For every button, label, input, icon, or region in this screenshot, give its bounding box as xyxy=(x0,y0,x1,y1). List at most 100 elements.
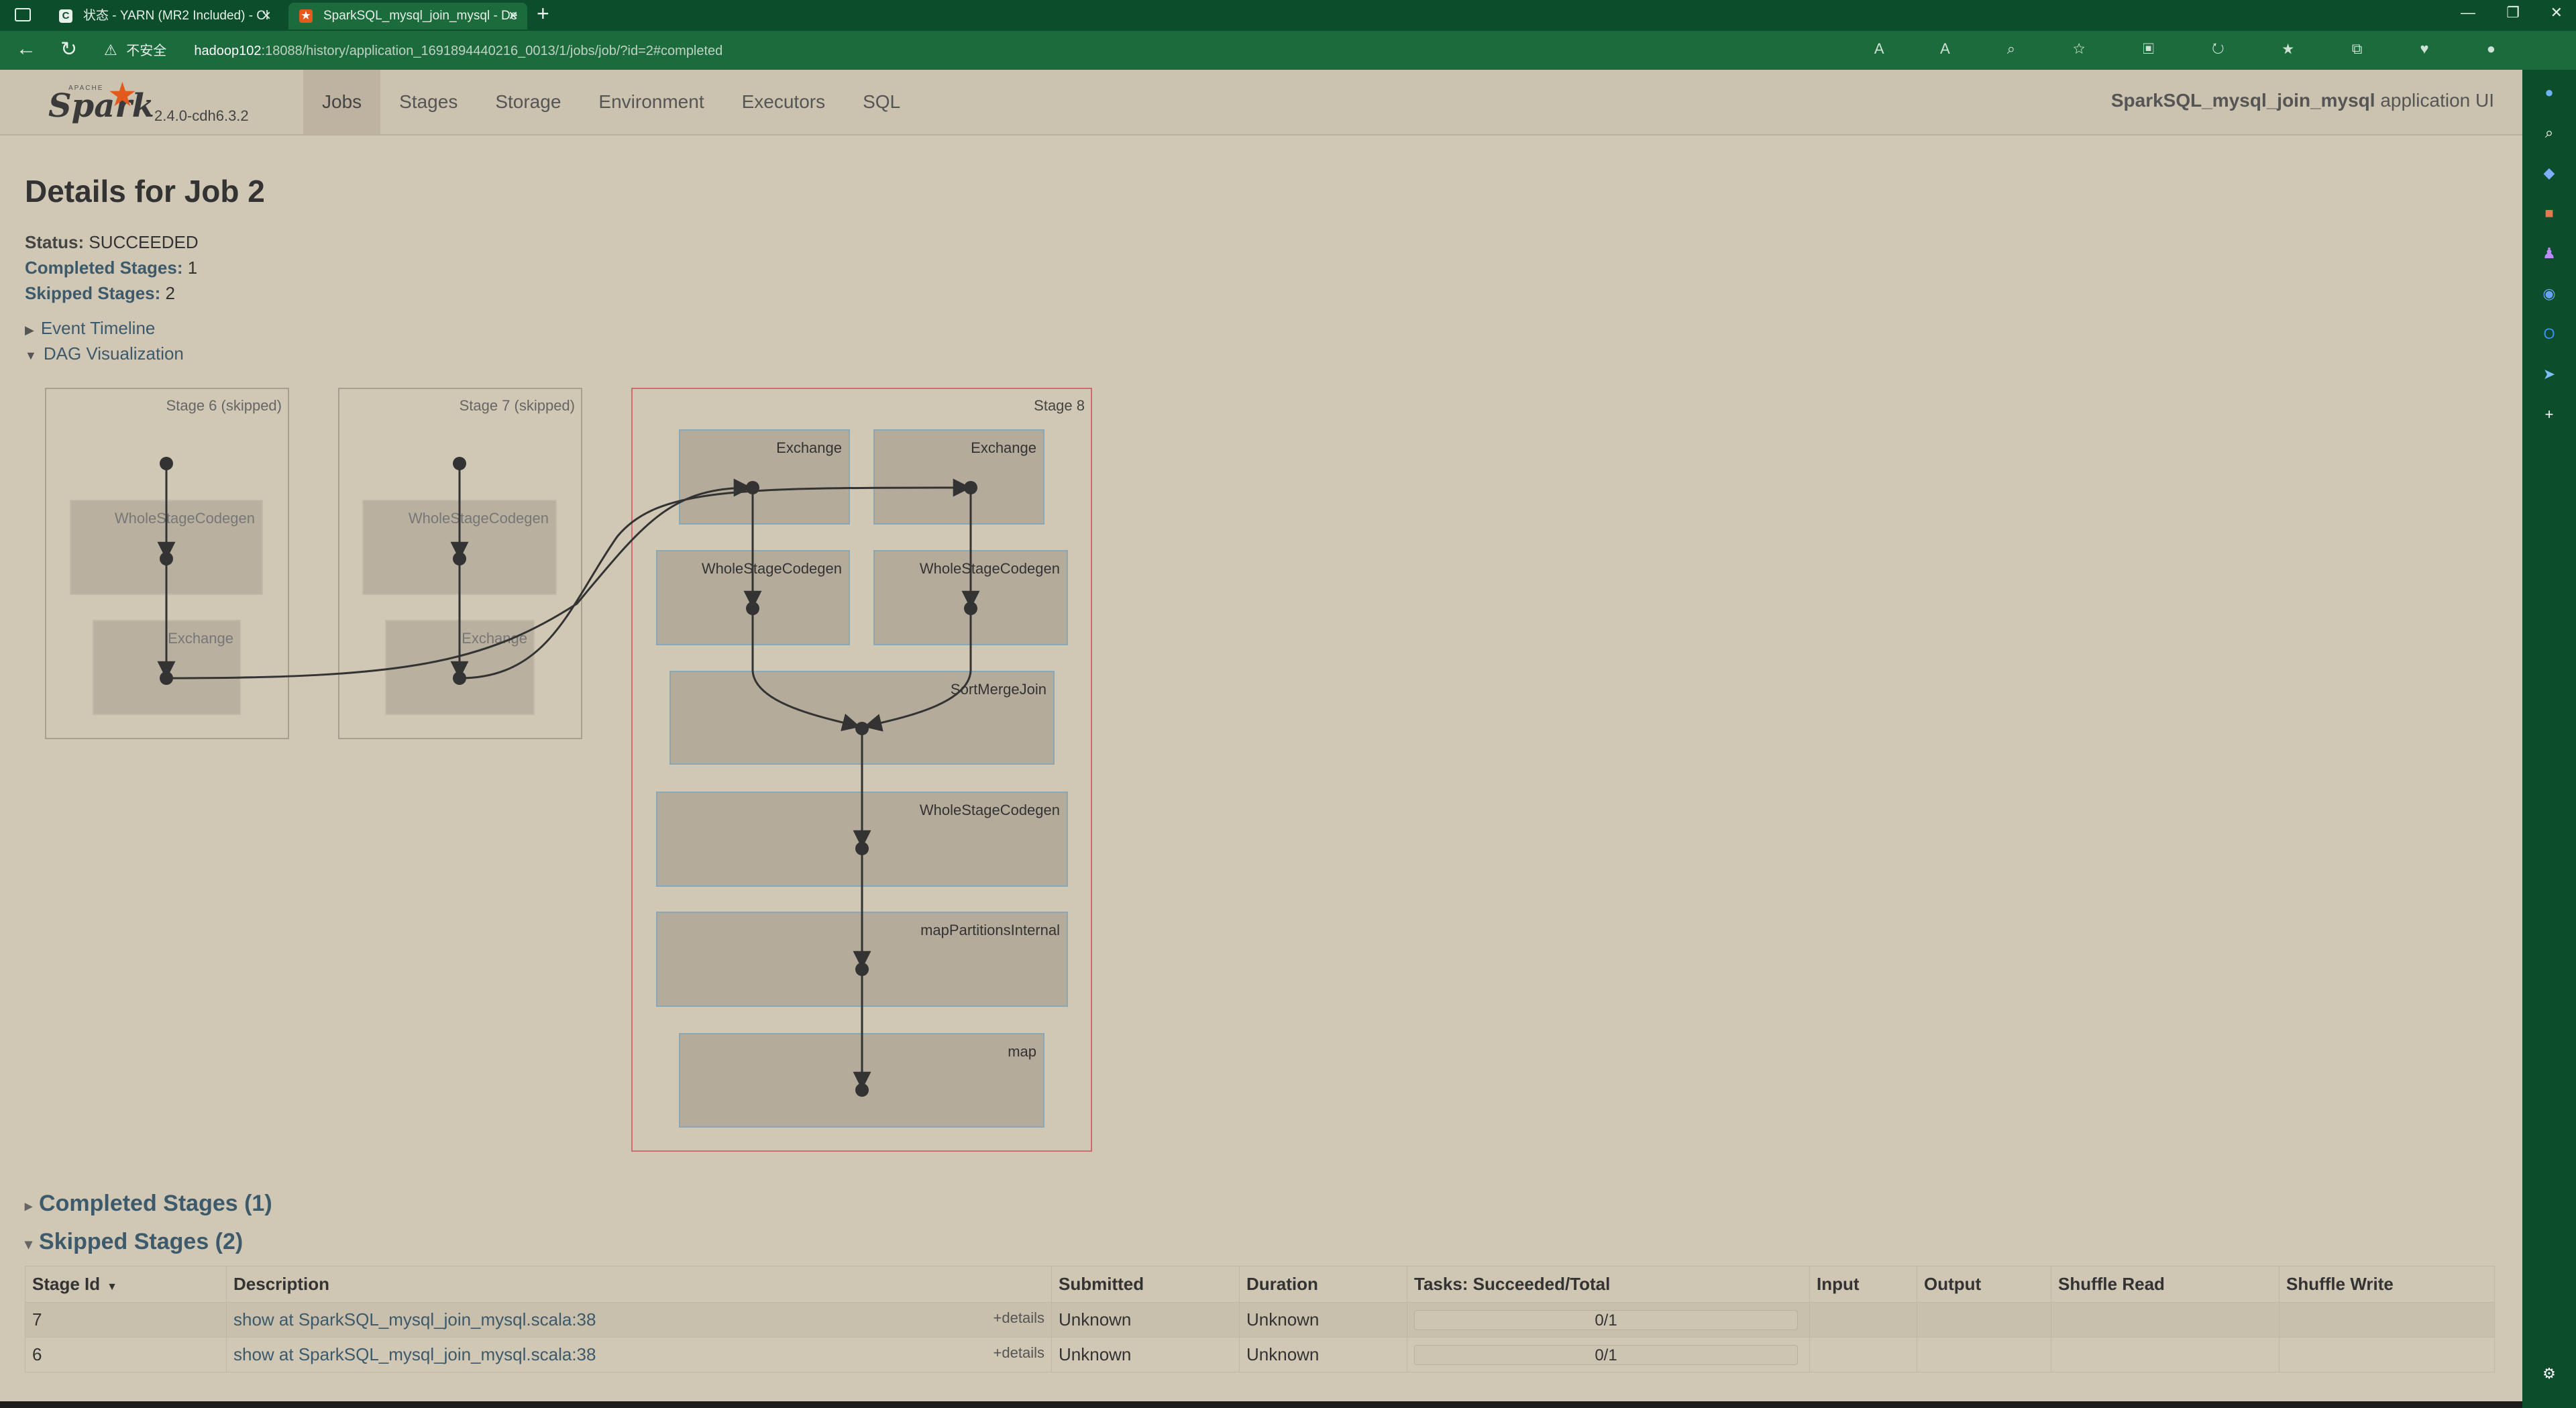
browser-tab-spark[interactable]: ★ SparkSQL_mysql_join_mysql - De × xyxy=(288,3,527,30)
skipped-stages-toggle[interactable]: ▾ Skipped Stages (2) xyxy=(25,1229,243,1255)
completed-stages-link[interactable]: Completed Stages: xyxy=(25,258,183,278)
cell-stage-id: 7 xyxy=(25,1302,227,1338)
completed-stages-toggle[interactable]: ▸ Completed Stages (1) xyxy=(25,1191,272,1217)
tasks-progress-bar: 0/1 xyxy=(1414,1344,1798,1365)
op-label: Exchange xyxy=(776,439,842,456)
tab-jobs[interactable]: Jobs xyxy=(303,70,381,134)
cell-tasks: 0/1 xyxy=(1407,1337,1810,1372)
event-timeline-label: Event Timeline xyxy=(40,318,156,338)
table-row: 7 show at SparkSQL_mysql_join_mysql.scal… xyxy=(25,1302,2495,1338)
tasks-progress-bar: 0/1 xyxy=(1414,1309,1798,1330)
tab-actions-icon[interactable] xyxy=(15,8,31,21)
dag-graph: Stage 6 (skipped) WholeStageCodegen Exch… xyxy=(45,388,1092,1152)
col-stage-id[interactable]: Stage Id ▼ xyxy=(25,1266,227,1303)
browser-sidebar: ● ⌕ ◆ ■ ♟ ◉ O ➤ + ⚙ xyxy=(2522,70,2576,1408)
cell-duration: Unknown xyxy=(1239,1337,1407,1372)
url-path: :18088/history/application_1691894440216… xyxy=(261,44,723,58)
tab-executors[interactable]: Executors xyxy=(723,70,845,134)
browser-tab-yarn[interactable]: C 状态 - YARN (MR2 Included) - Cl × xyxy=(48,3,280,30)
job-summary: Status: SUCCEEDED Completed Stages: 1 Sk… xyxy=(25,229,199,306)
cell-shuffle-write xyxy=(2279,1302,2495,1338)
skipped-stages-link[interactable]: Skipped Stages: xyxy=(25,283,160,303)
close-window-icon[interactable]: ✕ xyxy=(2551,4,2563,21)
caret-right-icon: ▶ xyxy=(25,323,34,337)
op-label: WholeStageCodegen xyxy=(702,560,842,577)
col-output[interactable]: Output xyxy=(1917,1266,2051,1303)
op-label: SortMergeJoin xyxy=(951,681,1046,698)
completed-stages-heading: Completed Stages (1) xyxy=(39,1191,272,1216)
dag-visualization-label: DAG Visualization xyxy=(43,343,184,364)
cell-description: show at SparkSQL_mysql_join_mysql.scala:… xyxy=(226,1337,1052,1372)
details-toggle[interactable]: +details xyxy=(994,1309,1044,1327)
search-icon[interactable]: ⌕ xyxy=(2540,123,2559,142)
outlook-icon[interactable]: O xyxy=(2540,325,2559,343)
op-label: map xyxy=(1008,1043,1036,1060)
dag-visualization-toggle[interactable]: ▼ DAG Visualization xyxy=(25,343,184,364)
security-label: 不安全 xyxy=(126,44,167,58)
completed-stages-value: 1 xyxy=(187,258,198,278)
col-description[interactable]: Description xyxy=(226,1266,1052,1303)
tab-sql[interactable]: SQL xyxy=(844,70,919,134)
send-icon[interactable]: ➤ xyxy=(2540,365,2559,384)
cell-input xyxy=(1809,1337,1917,1372)
back-icon[interactable]: ← xyxy=(16,38,36,60)
cell-submitted: Unknown xyxy=(1051,1337,1240,1372)
restore-icon[interactable]: ❐ xyxy=(2506,4,2520,21)
stage-7-label: Stage 7 (skipped) xyxy=(460,397,575,414)
close-tab-icon[interactable]: × xyxy=(508,3,518,30)
cell-shuffle-read xyxy=(2051,1337,2279,1372)
url-field[interactable]: ⚠ 不安全 hadoop102:18088/history/applicatio… xyxy=(104,36,2116,64)
new-tab-button[interactable]: + xyxy=(537,1,549,26)
minimize-icon[interactable]: — xyxy=(2461,4,2475,21)
address-bar: ← ↻ ⚠ 不安全 hadoop102:18088/history/applic… xyxy=(0,31,2576,70)
col-submitted[interactable]: Submitted xyxy=(1051,1266,1240,1303)
caret-right-icon: ▸ xyxy=(25,1197,33,1214)
cloudera-favicon-icon: C xyxy=(59,9,72,23)
tab-label: 状态 - YARN (MR2 Included) - Cl xyxy=(83,9,269,23)
application-title: SparkSQL_mysql_join_mysql application UI xyxy=(2111,90,2494,111)
reload-icon[interactable]: ↻ xyxy=(60,38,77,61)
status-label: Status: xyxy=(25,232,85,252)
settings-icon[interactable]: ⚙ xyxy=(2540,1364,2559,1383)
col-shuffle-write[interactable]: Shuffle Write xyxy=(2279,1266,2495,1303)
tab-environment[interactable]: Environment xyxy=(580,70,722,134)
description-link[interactable]: show at SparkSQL_mysql_join_mysql.scala:… xyxy=(233,1309,596,1330)
col-shuffle-read[interactable]: Shuffle Read xyxy=(2051,1266,2279,1303)
tab-storage[interactable]: Storage xyxy=(476,70,580,134)
circle-app-icon[interactable]: ◉ xyxy=(2540,284,2559,303)
spark-navbar: APACHE Spark ★ 2.4.0-cdh6.3.2 Jobs Stage… xyxy=(0,70,2522,136)
app-name: SparkSQL_mysql_join_mysql xyxy=(2110,90,2375,111)
spark-logo[interactable]: APACHE Spark ★ xyxy=(48,76,162,125)
op-label: WholeStageCodegen xyxy=(920,802,1060,818)
tag-icon[interactable]: ◆ xyxy=(2540,164,2559,182)
spark-favicon-icon: ★ xyxy=(299,9,313,23)
browser-tab-bar: C 状态 - YARN (MR2 Included) - Cl × ★ Spar… xyxy=(0,0,2576,31)
add-icon[interactable]: + xyxy=(2540,405,2559,424)
page-title: Details for Job 2 xyxy=(25,174,265,209)
skipped-stages-value: 2 xyxy=(165,283,175,303)
tab-stages[interactable]: Stages xyxy=(380,70,476,134)
col-tasks[interactable]: Tasks: Succeeded/Total xyxy=(1407,1266,1810,1303)
cell-duration: Unknown xyxy=(1239,1302,1407,1338)
cell-input xyxy=(1809,1302,1917,1338)
event-timeline-toggle[interactable]: ▶ Event Timeline xyxy=(25,318,155,339)
bell-icon[interactable]: ● xyxy=(2540,83,2559,102)
cell-output xyxy=(1917,1302,2051,1338)
op-label: Exchange xyxy=(462,630,527,647)
toolbar-icons[interactable]: A A ⌕ ☆ ▣ ↻ ★ ⧉ ♥ ● xyxy=(1874,40,2522,58)
spark-star-icon: ★ xyxy=(107,76,138,113)
op-label: WholeStageCodegen xyxy=(920,560,1060,577)
table-row: 6 show at SparkSQL_mysql_join_mysql.scal… xyxy=(25,1337,2495,1372)
close-tab-icon[interactable]: × xyxy=(262,3,271,30)
col-duration[interactable]: Duration xyxy=(1239,1266,1407,1303)
people-icon[interactable]: ♟ xyxy=(2540,244,2559,263)
spark-tabs: Jobs Stages Storage Environment Executor… xyxy=(303,70,919,134)
tab-label: SparkSQL_mysql_join_mysql - De xyxy=(323,9,518,23)
cell-stage-id: 6 xyxy=(25,1337,227,1372)
details-toggle[interactable]: +details xyxy=(994,1344,1044,1362)
toolbox-icon[interactable]: ■ xyxy=(2540,204,2559,223)
description-link[interactable]: show at SparkSQL_mysql_join_mysql.scala:… xyxy=(233,1344,596,1364)
warning-icon: ⚠ xyxy=(104,42,117,58)
col-input[interactable]: Input xyxy=(1809,1266,1917,1303)
spark-version: 2.4.0-cdh6.3.2 xyxy=(154,107,249,124)
